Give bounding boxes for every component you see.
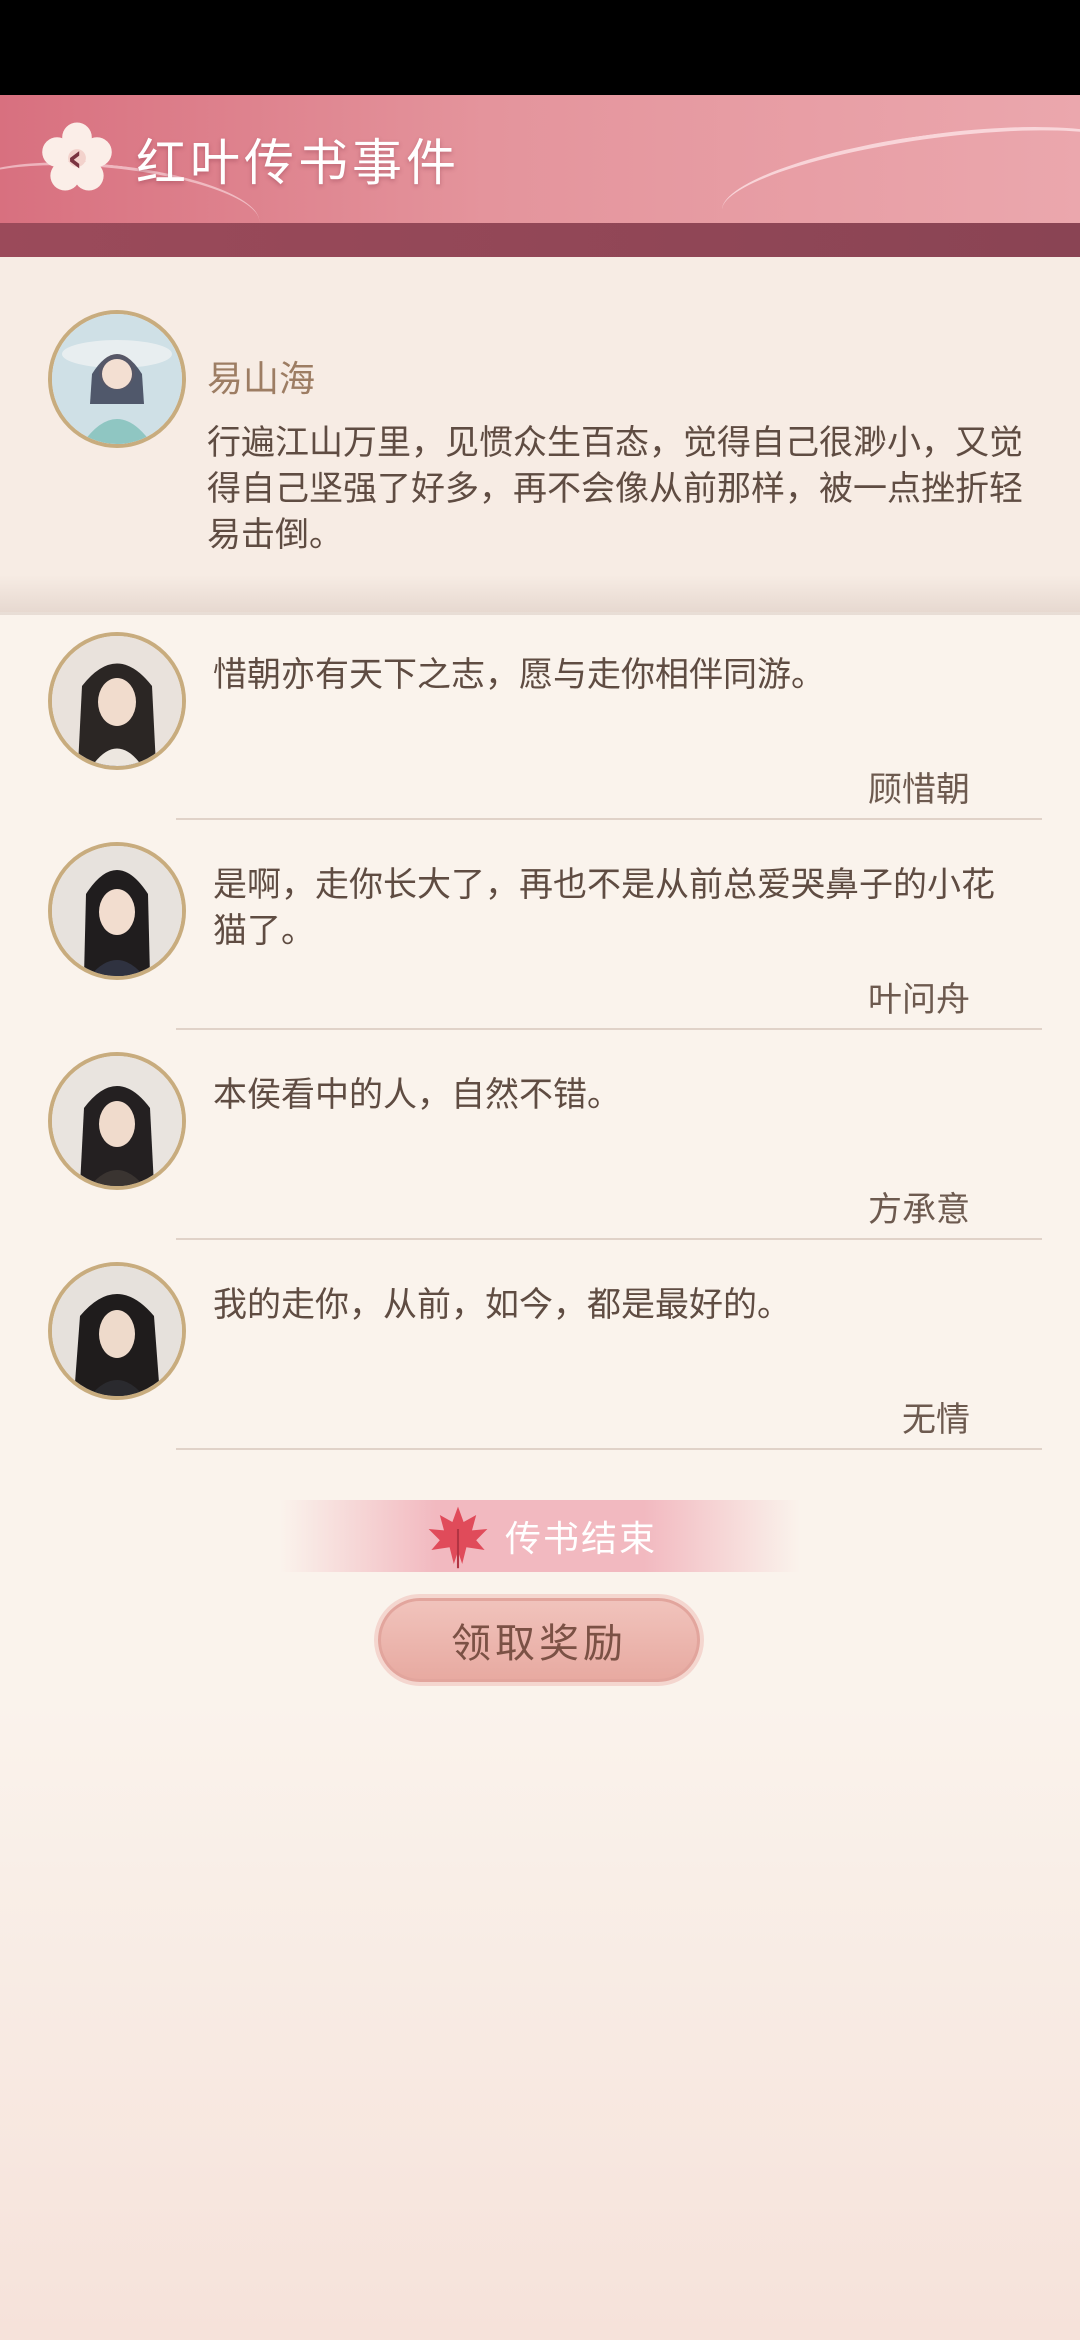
reply-name: 方承意: [868, 1190, 970, 1230]
avatar: [48, 1262, 186, 1400]
page-title: 红叶传书事件: [136, 134, 460, 192]
list-item: 是啊，走你长大了，再也不是从前总爱哭鼻子的小花猫了。 叶问舟: [0, 822, 1080, 1032]
header: ‹ 红叶传书事件: [0, 95, 1080, 257]
end-banner: 传书结束: [280, 1500, 800, 1572]
divider: [176, 818, 1042, 820]
reply-text: 是啊，走你长大了，再也不是从前总爱哭鼻子的小花猫了。: [213, 865, 995, 951]
divider: [176, 1238, 1042, 1240]
reply-name: 无情: [902, 1400, 970, 1440]
reply-text: 惜朝亦有天下之志，愿与走你相伴同游。: [213, 655, 825, 695]
divider: [176, 1448, 1042, 1450]
status-bar: [0, 0, 1080, 95]
reply-name: 叶问舟: [868, 980, 970, 1020]
background-fade: [0, 1700, 1080, 2340]
divider: [176, 1028, 1042, 1030]
list-item: 我的走你，从前，如今，都是最好的。 无情: [0, 1242, 1080, 1452]
avatar: [48, 632, 186, 770]
divider: [0, 575, 1080, 615]
letter-text: 行遍江山万里，见惯众生百态，觉得自己很渺小，又觉得自己坚强了好多，再不会像从前那…: [207, 423, 1023, 555]
reply-text: 我的走你，从前，如今，都是最好的。: [213, 1285, 791, 1325]
reply-text: 本侯看中的人，自然不错。: [213, 1075, 621, 1115]
avatar: [48, 842, 186, 980]
maple-leaf-icon: [428, 1506, 488, 1569]
header-band: [0, 223, 1080, 257]
avatar: [48, 310, 186, 448]
sender-name: 易山海: [207, 359, 316, 400]
claim-reward-button[interactable]: 领取奖励: [374, 1594, 704, 1686]
list-item: 惜朝亦有天下之志，愿与走你相伴同游。 顾惜朝: [0, 612, 1080, 822]
list-item: 本侯看中的人，自然不错。 方承意: [0, 1032, 1080, 1242]
reply-name: 顾惜朝: [868, 770, 970, 810]
end-label: 传书结束: [504, 1519, 657, 1560]
back-button[interactable]: ‹: [38, 119, 116, 197]
claim-reward-label: 领取奖励: [451, 1621, 627, 1667]
avatar: [48, 1052, 186, 1190]
chevron-left-icon: ‹: [67, 136, 83, 180]
